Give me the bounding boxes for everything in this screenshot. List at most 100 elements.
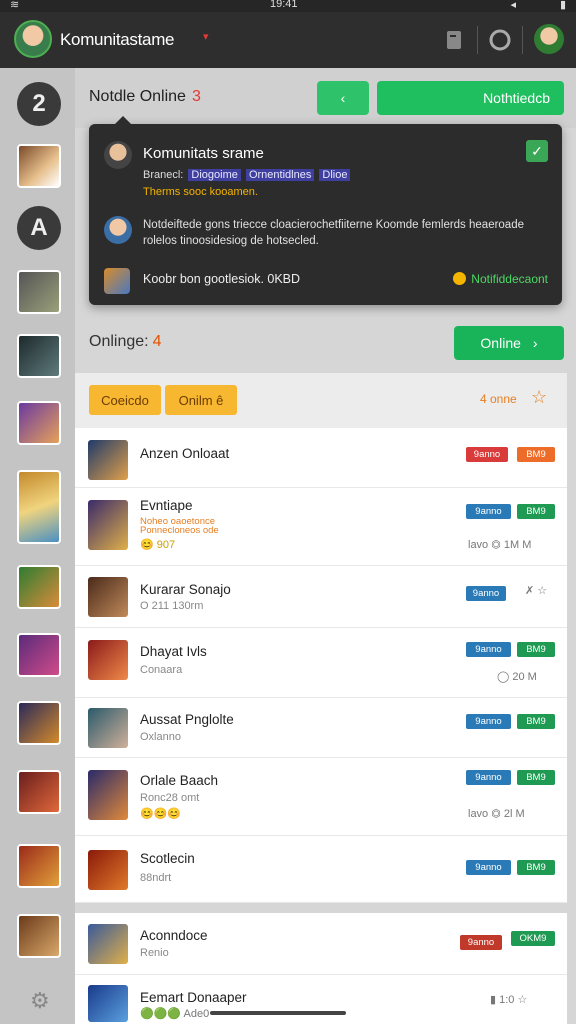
rail-game-thumb[interactable] (17, 914, 61, 958)
status-badge: 9anno (466, 504, 511, 519)
rail-game-thumb[interactable] (17, 401, 61, 445)
game-subtitle: Conaara (140, 664, 183, 676)
game-thumbnail (88, 577, 128, 617)
list-item[interactable]: Eemart Donaaper 🟢🟢🟢 Ade0 ▮ 1:0 ☆ (75, 975, 567, 1024)
game-thumbnail (88, 500, 128, 550)
filter-chip[interactable]: Coeicdo (89, 385, 161, 415)
game-subtitle: O 211 130rm (140, 600, 204, 612)
game-subtitle: Renio (140, 947, 169, 959)
popup-tag[interactable]: Ornentidlnes (245, 169, 315, 181)
wifi-icon: ≋ (10, 0, 20, 11)
game-name: Anzen Onloaat (140, 446, 230, 461)
app-title: Komunitastame (60, 30, 175, 49)
list-item[interactable]: Aconndoce Renio 9anno OKM9 (75, 913, 567, 975)
filter-chip[interactable]: Onilm ê (165, 385, 237, 415)
online-header: Onlinge: 4 Online › (75, 316, 576, 372)
notifications-button[interactable]: Nothtiedcb (377, 81, 564, 115)
game-name: Aconndoce (140, 928, 208, 943)
list-item[interactable]: Orlale Baach Ronc28 omt 😊😊😊 9anno BM9 la… (75, 758, 567, 836)
game-reactions: 😊😊😊 (140, 808, 182, 820)
rail-game-thumb[interactable] (17, 633, 61, 677)
online-button[interactable]: Online › (454, 326, 564, 360)
popup-message: Notdeiftede gons triecce cloacierochetfi… (143, 219, 524, 247)
game-subtitle: Ronc28 omt (140, 792, 200, 804)
status-badge: BM9 (517, 770, 555, 785)
check-icon[interactable]: ✓ (526, 140, 548, 162)
popup-game-icon (104, 268, 130, 294)
status-badge: BM9 (517, 504, 555, 519)
game-meta: ◯ 20 M (497, 671, 537, 683)
status-bar: ≋ 19:41 ◂ ▮ (0, 0, 576, 12)
main-panel: Notdle Online 3 ‹ Nothtiedcb Komunitats s… (75, 68, 576, 1024)
status-badge: 9anno (460, 935, 502, 950)
popup-footer: Koobr bon gootlesiok. 0KBD (143, 272, 301, 286)
online-button-label: Online (480, 335, 521, 351)
game-meta[interactable]: ✗ ☆ (525, 584, 547, 597)
popup-tag-prefix: Branecl: (143, 169, 184, 181)
rail-letter-button[interactable]: A (17, 206, 61, 250)
star-icon[interactable]: ☆ (531, 387, 547, 408)
game-name: Eemart Donaaper (140, 990, 247, 1005)
status-badge: OKM9 (511, 931, 555, 946)
popup-tag[interactable]: Dlioe (319, 169, 351, 181)
rail-game-thumb[interactable] (17, 334, 61, 378)
game-thumbnail (88, 850, 128, 890)
status-badge: BM9 (517, 642, 555, 657)
game-list: Anzen Onloaat 9anno BM9 Evntiape Noheo o… (75, 428, 567, 1024)
list-divider (75, 903, 567, 913)
rail-game-thumb[interactable] (17, 144, 61, 188)
notification-popup: Komunitats srame ✓ Branecl: Diogoime Orn… (89, 116, 562, 305)
game-subtitle: Oxlanno (140, 731, 181, 743)
status-badge: 9anno (466, 642, 511, 657)
rail-notifications-badge[interactable]: 2 (17, 82, 61, 126)
list-item[interactable]: Dhayat Ivls Conaara 9anno BM9 ◯ 20 M (75, 628, 567, 698)
record-icon[interactable] (487, 27, 513, 53)
signal-icon: ◂ (510, 0, 516, 11)
top-bar: Komunitastame ▾ (0, 12, 576, 68)
rail-game-thumb[interactable] (17, 701, 61, 745)
status-badge: BM9 (517, 860, 555, 875)
game-meta: lavo ⏣ 1M M (468, 539, 532, 551)
status-dot-icon (453, 272, 467, 285)
home-indicator[interactable] (210, 1011, 346, 1015)
online-title: Onlinge: 4 (89, 333, 162, 351)
game-name: Kurarar Sonajo (140, 582, 231, 597)
status-badge: 9anno (466, 770, 511, 785)
list-item[interactable]: Aussat Pnglolte Oxlanno 9anno BM9 (75, 698, 567, 758)
status-badge: BM9 (517, 714, 555, 729)
rail-game-thumb[interactable] (17, 565, 61, 609)
game-name: Dhayat Ivls (140, 644, 207, 659)
rail-game-thumb[interactable] (17, 270, 61, 314)
status-badge: 9anno (466, 714, 511, 729)
online-count: 4 (152, 333, 162, 350)
list-item[interactable]: Evntiape Noheo oaoetonce Ponnecloneos od… (75, 488, 567, 566)
game-thumbnail (88, 440, 128, 480)
profile-avatar[interactable] (534, 24, 564, 54)
back-button[interactable]: ‹ (317, 81, 369, 115)
rail-game-thumb[interactable] (17, 470, 61, 544)
user-avatar[interactable] (14, 20, 52, 58)
notice-title: Notdle Online 3 (89, 88, 201, 106)
popup-arrow (115, 116, 131, 124)
game-meta[interactable]: ▮ 1:0 ☆ (490, 993, 527, 1006)
battery-icon: ▮ (559, 0, 566, 11)
popup-tags: Branecl: Diogoime Ornentidlnes Dlioe (143, 169, 351, 181)
status-badge: 9anno (466, 860, 511, 875)
chevron-down-icon[interactable]: ▾ (203, 30, 209, 43)
list-item[interactable]: Kurarar Sonajo O 211 130rm 9anno ✗ ☆ (75, 566, 567, 628)
document-icon[interactable] (441, 27, 467, 53)
toolbar-divider (522, 26, 523, 54)
game-meta: lavo ⏣ 2l M (468, 808, 525, 820)
popup-status[interactable]: Notifiddecaont (453, 272, 548, 286)
popup-tag[interactable]: Diogoime (188, 169, 241, 181)
list-item[interactable]: Anzen Onloaat 9anno BM9 (75, 428, 567, 488)
gear-icon[interactable]: ⚙ (30, 988, 50, 1014)
rail-game-thumb[interactable] (17, 770, 61, 814)
status-badge: 9anno (466, 586, 506, 601)
list-item[interactable]: Scotlecin 88ndrt 9anno BM9 (75, 836, 567, 903)
rail-game-thumb[interactable] (17, 844, 61, 888)
game-reactions: 😊 907 (140, 539, 176, 551)
game-thumbnail (88, 708, 128, 748)
popup-avatar (104, 141, 132, 169)
game-reactions: 🟢🟢🟢 Ade0 (140, 1008, 210, 1020)
